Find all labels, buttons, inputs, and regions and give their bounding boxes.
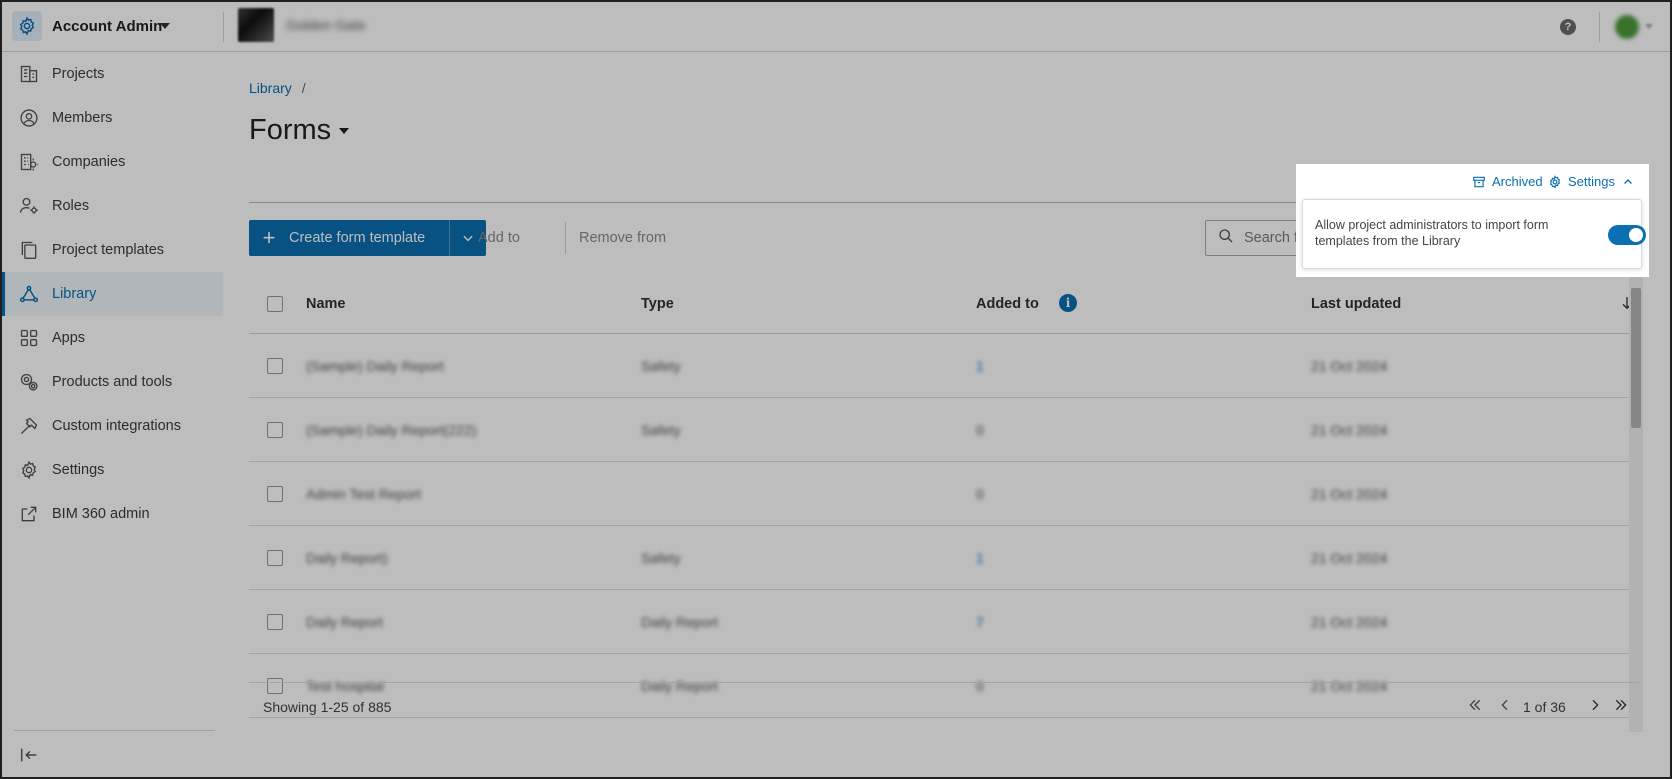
settings-panel: Allow project administrators to import f… [1302,199,1646,269]
toggle-knob [1629,228,1643,242]
archive-icon [1473,176,1485,187]
archived-label: Archived [1492,174,1543,189]
settings-toggle-button[interactable]: Settings [1548,174,1634,189]
import-templates-setting-text: Allow project administrators to import f… [1315,218,1549,248]
gear-icon [1549,174,1561,189]
chevron-up-icon [1624,178,1632,184]
app-window: Account Admin Golden Gate ? Projects Mem… [0,0,1672,779]
import-templates-toggle[interactable] [1608,225,1646,245]
settings-popover: Archived Settings Allow project administ… [1296,164,1649,277]
archived-button[interactable]: Archived [1472,174,1543,189]
modal-backdrop[interactable] [2,2,1670,777]
settings-label: Settings [1568,174,1615,189]
